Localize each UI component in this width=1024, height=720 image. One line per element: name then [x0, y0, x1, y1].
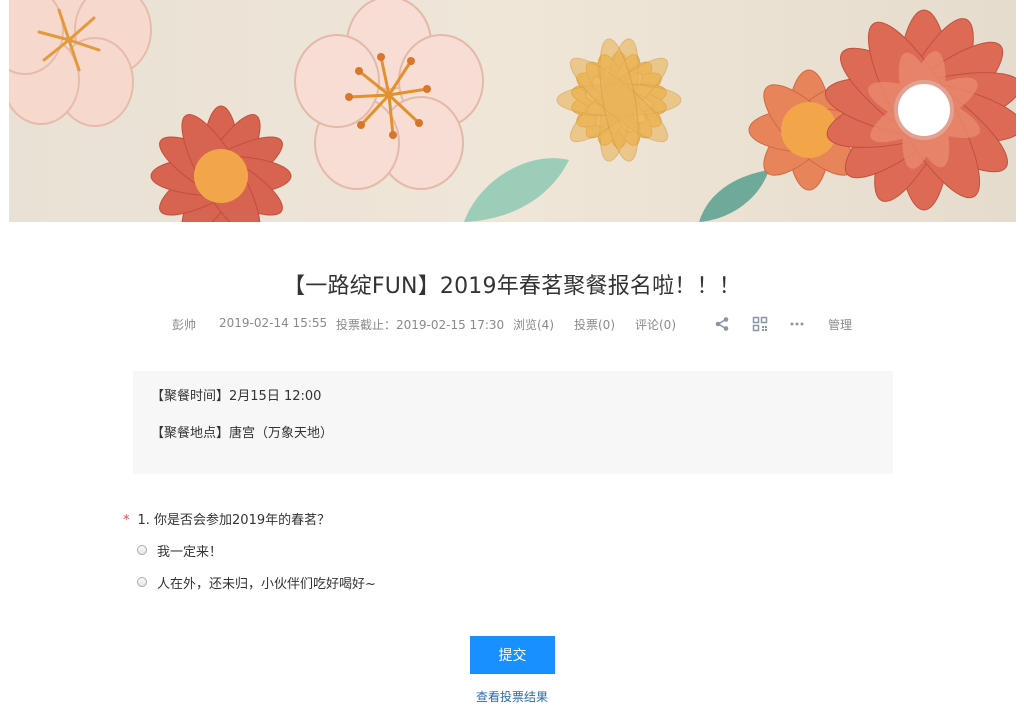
share-icon[interactable] — [714, 316, 730, 332]
page-title: 【一路绽FUN】2019年春茗聚餐报名啦！！！ — [283, 274, 741, 299]
option-1[interactable]: 我一定来！ — [137, 540, 222, 560]
comments-link[interactable]: 评论(0) — [635, 316, 676, 333]
event-time: 【聚餐时间】2月15日 12:00 — [151, 389, 322, 404]
votes-count: 投票(0) — [574, 318, 615, 332]
radio-button[interactable] — [137, 577, 147, 587]
qrcode-icon[interactable] — [752, 316, 768, 332]
option-label: 我一定来！ — [157, 544, 223, 560]
option-2[interactable]: 人在外，还未归，小伙伴们吃好喝好~ — [137, 572, 376, 592]
author-name[interactable]: 彭帅 — [172, 316, 196, 333]
option-label: 人在外，还未归，小伙伴们吃好喝好~ — [157, 576, 376, 592]
event-place: 【聚餐地点】唐宫（万象天地） — [151, 426, 334, 441]
meta-bar: 彭帅 2019-02-14 15:55 投票截止：2019-02-15 17:3… — [0, 316, 1024, 332]
vote-deadline: 投票截止：2019-02-15 17:30 — [336, 318, 505, 332]
more-icon[interactable] — [789, 316, 805, 332]
header-banner-image — [9, 0, 1016, 222]
event-info-box: 【聚餐时间】2月15日 12:00 【聚餐地点】唐宫（万象天地） — [133, 371, 893, 474]
question-text: 1. 你是否会参加2019年的春茗？ — [137, 513, 331, 528]
question-title: * 1. 你是否会参加2019年的春茗？ — [123, 509, 330, 528]
required-mark: * — [123, 513, 130, 528]
manage-link[interactable]: 管理 — [828, 316, 852, 333]
views-count: 浏览(4) — [513, 318, 554, 332]
radio-button[interactable] — [137, 545, 147, 555]
publish-time: 2019-02-14 15:55 — [219, 316, 328, 330]
submit-button[interactable]: 提交 — [470, 636, 555, 674]
view-results-link[interactable]: 查看投票结果 — [0, 688, 1024, 705]
